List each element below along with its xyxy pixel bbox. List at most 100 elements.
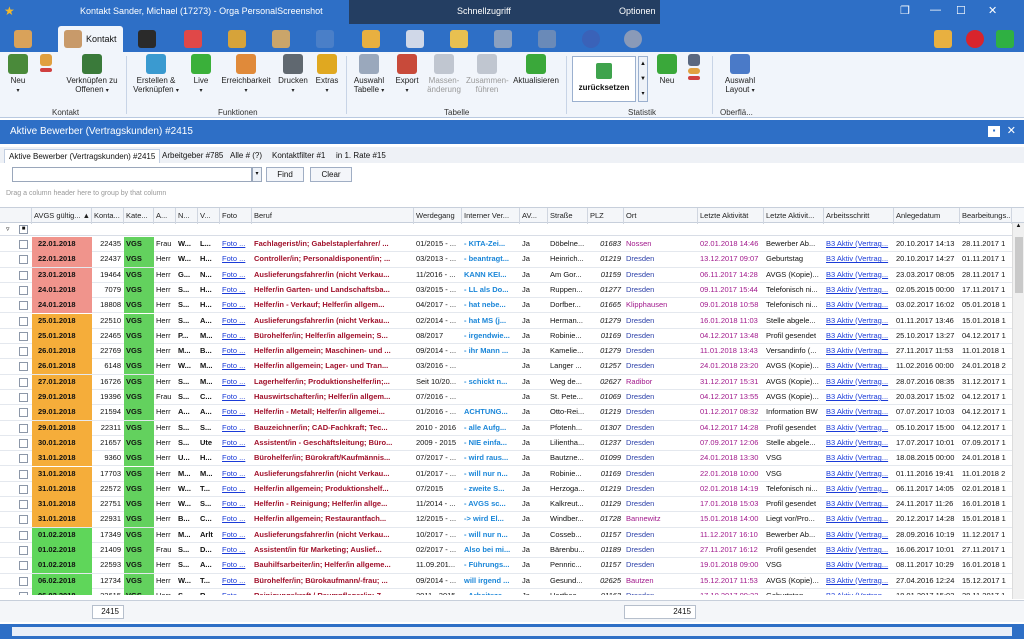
- column-header[interactable]: N...: [176, 208, 198, 224]
- user-account-button[interactable]: [934, 26, 952, 52]
- cell-schritt[interactable]: B3 Aktiv (Vertrag...: [824, 405, 894, 420]
- table-row[interactable]: 22.01.2018 22437 VGS Herr W... H... Foto ... Co…: [0, 252, 1012, 268]
- close-window-button[interactable]: ✕: [988, 4, 997, 17]
- table-row[interactable]: 31.01.2018 22931 VGS Herr B... C... Foto ... He…: [0, 512, 1012, 528]
- scroll-up-icon[interactable]: ▲: [1013, 223, 1024, 229]
- reset-statistics-box[interactable]: zurücksetzen: [572, 56, 636, 102]
- cell-schritt[interactable]: B3 Aktiv (Vertrag...: [824, 497, 894, 512]
- row-checkbox[interactable]: [19, 484, 28, 494]
- subtab-aktive-bewerber[interactable]: Aktive Bewerber (Vertragskunden) #2415: [4, 149, 161, 163]
- cell-foto[interactable]: Foto ...: [220, 314, 252, 329]
- cell-schritt[interactable]: B3 Aktiv (Vertrag...: [824, 543, 894, 558]
- cell-schritt[interactable]: B3 Aktiv (Vertrag...: [824, 252, 894, 267]
- column-header[interactable]: AVGS gültig... ▲: [32, 208, 92, 224]
- cell-foto[interactable]: Foto ...: [220, 482, 252, 497]
- live-button[interactable]: Live ▾: [186, 54, 216, 96]
- table-row[interactable]: 22.01.2018 22435 VGS Frau W... L... Foto ... Fa…: [0, 237, 1012, 253]
- cell-foto[interactable]: Foto ...: [220, 421, 252, 436]
- cell-schritt[interactable]: B3 Aktiv (Vertrag...: [824, 344, 894, 359]
- table-row[interactable]: 31.01.2018 22751 VGS Herr W... S... Foto ... He…: [0, 497, 1012, 513]
- cell-schritt[interactable]: B3 Aktiv (Vertrag...: [824, 283, 894, 298]
- cell-schritt[interactable]: B3 Aktiv (Vertrag...: [824, 359, 894, 374]
- clear-button[interactable]: Clear: [310, 167, 352, 182]
- cell-schritt[interactable]: B3 Aktiv (Vertrag...: [824, 528, 894, 543]
- edit-tools-button[interactable]: [36, 54, 56, 74]
- cell-schritt[interactable]: B3 Aktiv (Vertrag...: [824, 467, 894, 482]
- tab-help[interactable]: [582, 26, 600, 52]
- table-row[interactable]: 29.01.2018 22311 VGS Herr S... S... Foto ... Ba…: [0, 420, 1012, 436]
- horizontal-scrollbar[interactable]: [0, 624, 1024, 639]
- row-checkbox[interactable]: [19, 362, 28, 372]
- column-header[interactable]: Letzte Aktivit...: [764, 208, 824, 224]
- table-row[interactable]: 31.01.2018 9360 VGS Herr U... H... Foto ... Bür…: [0, 451, 1012, 467]
- mass-change-button[interactable]: Massen-änderung: [424, 54, 464, 94]
- column-header[interactable]: Foto: [220, 208, 252, 224]
- close-panel-icon[interactable]: ✕: [1007, 124, 1016, 137]
- column-header[interactable]: AV...: [520, 208, 548, 224]
- select-all-checkbox[interactable]: ■: [19, 225, 28, 234]
- find-button[interactable]: Find: [266, 167, 304, 182]
- restore-icon[interactable]: ❐: [900, 4, 910, 17]
- confirm-button[interactable]: [996, 26, 1014, 52]
- subtab-alle[interactable]: Alle # (?): [226, 149, 266, 163]
- column-header[interactable]: Straße: [548, 208, 588, 224]
- table-row[interactable]: 27.01.2018 16726 VGS Herr S... M... Foto ... La…: [0, 374, 1012, 390]
- row-checkbox[interactable]: [19, 270, 28, 280]
- row-checkbox[interactable]: [19, 316, 28, 326]
- row-checkbox[interactable]: [19, 408, 28, 418]
- select-layout-button[interactable]: Auswahl Layout ▾: [718, 54, 762, 96]
- tab-quick-print[interactable]: [494, 26, 512, 52]
- reset-spinner[interactable]: ▲ ▼ ▾: [638, 56, 648, 102]
- row-checkbox[interactable]: [19, 546, 28, 555]
- column-header[interactable]: PLZ: [588, 208, 624, 224]
- column-header[interactable]: A...: [154, 208, 176, 224]
- new-statistic-button[interactable]: Neu: [654, 54, 680, 85]
- cell-schritt[interactable]: B3 Aktiv (Vertrag...: [824, 482, 894, 497]
- cell-schritt[interactable]: B3 Aktiv (Vertrag...: [824, 574, 894, 589]
- cell-foto[interactable]: Foto ...: [220, 329, 252, 344]
- cell-foto[interactable]: Foto ...: [220, 344, 252, 359]
- cell-schritt[interactable]: B3 Aktiv (Vertrag...: [824, 589, 894, 595]
- refresh-button[interactable]: Aktualisieren: [510, 54, 562, 85]
- table-row[interactable]: 31.01.2018 17703 VGS Herr M... M... Foto ... Au…: [0, 466, 1012, 482]
- table-row[interactable]: 29.01.2018 21594 VGS Herr A... A... Foto ... He…: [0, 405, 1012, 421]
- horizontal-scroll-track[interactable]: [12, 627, 1012, 636]
- row-checkbox[interactable]: [19, 591, 28, 595]
- table-row[interactable]: 23.01.2018 19464 VGS Herr G... N... Foto ... Au…: [0, 267, 1012, 283]
- cell-foto[interactable]: Foto ...: [220, 543, 252, 558]
- merge-button[interactable]: Zusammen-führen: [466, 54, 509, 94]
- tab-finance[interactable]: [228, 26, 246, 52]
- row-checkbox[interactable]: [19, 377, 28, 387]
- cell-foto[interactable]: Foto ...: [220, 359, 252, 374]
- cell-foto[interactable]: Foto ...: [220, 283, 252, 298]
- select-table-button[interactable]: Auswahl Tabelle ▾: [350, 54, 388, 96]
- row-checkbox[interactable]: [19, 530, 28, 540]
- subtab-rate[interactable]: in 1. Rate #15: [332, 149, 390, 163]
- subtab-arbeitgeber[interactable]: Arbeitgeber #785: [158, 149, 227, 163]
- row-checkbox[interactable]: [19, 438, 28, 448]
- column-header[interactable]: Konta...: [92, 208, 124, 224]
- tab-user[interactable]: [316, 26, 334, 52]
- subtab-kontaktfilter[interactable]: Kontaktfilter #1: [268, 149, 329, 163]
- new-contact-button[interactable]: Neu ▾: [4, 54, 32, 96]
- tab-quick-contact[interactable]: [450, 26, 468, 52]
- filter-icon[interactable]: ▿: [6, 225, 10, 233]
- table-row[interactable]: 31.01.2018 22572 VGS Herr W... T... Foto ... He…: [0, 481, 1012, 498]
- cell-schritt[interactable]: B3 Aktiv (Vertrag...: [824, 436, 894, 451]
- table-row[interactable]: 06.02.2018 12734 VGS Herr W... T... Foto ... Bü…: [0, 573, 1012, 589]
- row-checkbox[interactable]: [19, 469, 28, 479]
- table-row[interactable]: 24.01.2018 7079 VGS Herr S... H... Foto ... Hel…: [0, 282, 1012, 299]
- filter-row[interactable]: ▿ ■: [0, 224, 1024, 236]
- cell-schritt[interactable]: B3 Aktiv (Vertrag...: [824, 268, 894, 283]
- cell-foto[interactable]: Foto ...: [220, 237, 252, 252]
- cell-foto[interactable]: Foto ...: [220, 252, 252, 267]
- row-checkbox[interactable]: [19, 561, 28, 571]
- cell-schritt[interactable]: B3 Aktiv (Vertrag...: [824, 558, 894, 573]
- tab-calendar[interactable]: [138, 26, 156, 52]
- cell-foto[interactable]: Foto ...: [220, 512, 252, 527]
- pin-icon[interactable]: ▪: [988, 126, 1000, 137]
- table-row[interactable]: 01.02.2018 17349 VGS Herr M... Arlt Foto ... Au…: [0, 527, 1012, 543]
- cell-schritt[interactable]: B3 Aktiv (Vertrag...: [824, 329, 894, 344]
- tab-quick-user[interactable]: [538, 26, 556, 52]
- row-checkbox[interactable]: [19, 331, 28, 341]
